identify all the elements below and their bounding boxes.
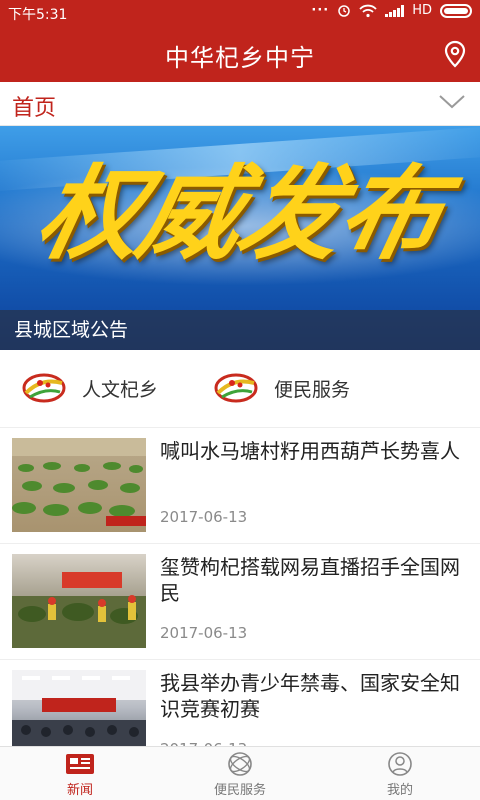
location-pin-icon[interactable] — [442, 40, 468, 68]
category-service[interactable]: 便民服务 — [210, 368, 350, 408]
bottom-navigation: 新闻 便民服务 我的 — [0, 746, 480, 800]
category-renwen[interactable]: 人文杞乡 — [18, 368, 158, 408]
app-bar: 中华杞乡中宁 — [0, 26, 480, 82]
field-image — [12, 438, 146, 526]
nav-service[interactable]: 便民服务 — [160, 751, 320, 799]
status-time: 下午5:31 — [8, 7, 68, 23]
news-title: 喊叫水马塘村籽用西葫芦长势喜人 — [160, 439, 460, 463]
nav-label: 我的 — [386, 783, 413, 798]
nav-news[interactable]: 新闻 — [0, 751, 160, 799]
news-title: 我县举办青少年禁毒、国家安全知识竞赛初赛 — [160, 671, 460, 721]
service-icon — [228, 752, 252, 776]
news-item[interactable]: 喊叫水马塘村籽用西葫芦长势喜人 2017-06-13 — [0, 428, 480, 544]
category-label: 便民服务 — [274, 378, 351, 401]
goji-logo-icon — [214, 373, 258, 403]
alarm-icon — [338, 4, 350, 17]
banner-caption: 县城区域公告 — [14, 319, 129, 341]
tab-home[interactable]: 首页 — [12, 90, 56, 122]
banner-carousel[interactable]: 权威发布 县城区域公告 — [0, 126, 480, 350]
newspaper-icon — [66, 754, 94, 774]
nav-label: 新闻 — [66, 783, 93, 798]
banner-headline: 权威发布 — [27, 155, 453, 274]
goji-logo-icon — [22, 373, 66, 403]
news-thumbnail — [12, 438, 146, 532]
news-item[interactable]: 我县举办青少年禁毒、国家安全知识竞赛初赛 2017-06-13 — [0, 660, 480, 764]
user-icon — [388, 752, 412, 776]
signal-icon — [385, 4, 405, 17]
nav-label: 便民服务 — [213, 783, 266, 798]
chevron-down-icon[interactable] — [438, 90, 466, 114]
news-item[interactable]: 玺赞枸杞搭载网易直播招手全国网民 2017-06-13 — [0, 544, 480, 660]
news-date: 2017-06-13 — [160, 624, 248, 642]
network-type: HD — [412, 3, 432, 18]
app-title: 中华杞乡中宁 — [165, 44, 315, 72]
category-label: 人文杞乡 — [82, 378, 159, 401]
harvest-image — [12, 572, 146, 648]
status-icons: ··· HD — [311, 3, 472, 18]
status-bar: 下午5:31 ··· HD — [0, 0, 480, 26]
wifi-icon — [359, 4, 377, 17]
category-row: 人文杞乡 便民服务 — [0, 350, 480, 428]
channel-tab-row: 首页 — [0, 82, 480, 126]
news-thumbnail — [12, 554, 146, 648]
news-title: 玺赞枸杞搭载网易直播招手全国网民 — [160, 555, 460, 605]
news-date: 2017-06-13 — [160, 508, 248, 526]
battery-icon — [440, 3, 472, 18]
more-dots-icon: ··· — [311, 3, 330, 18]
nav-mine[interactable]: 我的 — [320, 751, 480, 799]
